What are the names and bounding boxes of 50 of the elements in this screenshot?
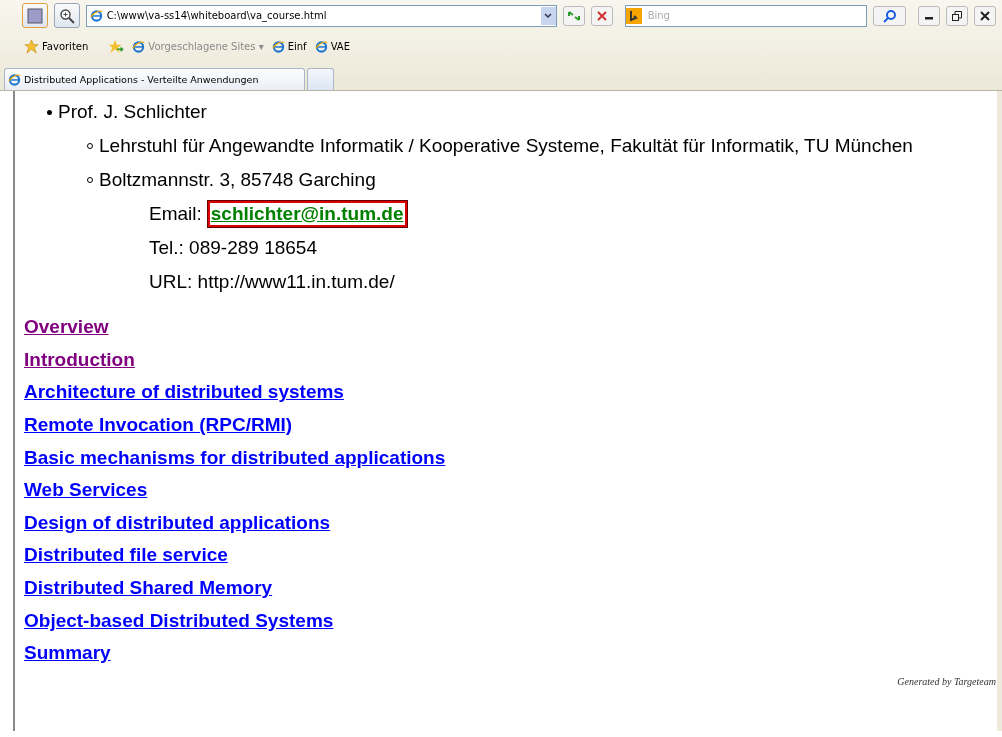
- contact-name: Prof. J. Schlichter: [58, 101, 207, 123]
- browser-tab[interactable]: Distributed Applications - Verteilte Anwendungen: [4, 68, 305, 90]
- chapter-link[interactable]: Distributed file service: [24, 539, 228, 572]
- search-provider-icon: [625, 7, 642, 24]
- zoom-in-icon: [58, 7, 75, 24]
- search-button[interactable]: [872, 5, 907, 26]
- email-label: Email:: [149, 203, 202, 225]
- favorites-button[interactable]: Favoriten: [24, 39, 89, 54]
- restore-icon: [952, 10, 963, 21]
- favorites-bar-link[interactable]: VAE: [314, 40, 350, 53]
- chapter-link[interactable]: Web Services: [24, 473, 148, 507]
- chapter-link[interactable]: Architecture of distributed systems: [24, 376, 344, 409]
- chapter-link[interactable]: Distributed Shared Memory: [24, 571, 273, 605]
- stop-x-icon: [596, 10, 607, 21]
- add-favorite-icon[interactable]: [108, 39, 125, 54]
- browser-page-icon: [314, 40, 328, 53]
- square-icon: [26, 7, 43, 24]
- chapter-link[interactable]: Design of distributed applications: [24, 506, 331, 540]
- browser-page-icon: [132, 40, 146, 53]
- search-field[interactable]: Bing: [624, 4, 867, 27]
- url-text: URL: http://www11.in.tum.de/: [149, 271, 395, 293]
- refresh-button[interactable]: [562, 5, 585, 26]
- favorites-bar-link[interactable]: Einf: [271, 40, 307, 53]
- chapter-link[interactable]: Introduction: [24, 343, 135, 377]
- chapter-link[interactable]: Basic mechanisms for distributed applications: [24, 441, 446, 474]
- footer-credit: Generated by Targeteam: [897, 675, 996, 687]
- chapter-link[interactable]: Remote Invocation (RPC/RMI): [24, 408, 293, 442]
- dropdown-button[interactable]: [540, 6, 556, 25]
- address-bar[interactable]: C:\www\va-ss14\whiteboard\va_course.html: [85, 4, 557, 27]
- chevron-down-icon: [544, 12, 553, 19]
- chapter-link[interactable]: Overview: [24, 311, 109, 344]
- close-icon: [980, 10, 991, 21]
- phone-text: Tel.: 089-289 18654: [149, 237, 317, 259]
- chapter-link[interactable]: Object-based Distributed Systems: [24, 604, 334, 637]
- contact-detail: Lehrstuhl für Angewandte Informatik / Kooperative Systeme, Fakultät für Informatik, TU München: [99, 135, 913, 157]
- email-link[interactable]: schlichter@in.tum.de: [207, 201, 407, 227]
- stop-button[interactable]: [590, 5, 613, 26]
- browser-page-icon: [89, 9, 103, 22]
- restore-button[interactable]: [946, 5, 969, 26]
- star-icon: [24, 39, 39, 54]
- minimize-button[interactable]: [918, 5, 941, 26]
- select-tool-button[interactable]: [22, 3, 48, 28]
- contact-detail: Boltzmannstr. 3, 85748 Garching: [99, 169, 376, 191]
- refresh-arrows-icon: [566, 9, 581, 22]
- close-button[interactable]: [974, 5, 996, 26]
- browser-page-icon: [271, 40, 285, 53]
- browser-page-icon: [8, 73, 21, 86]
- chapter-link[interactable]: Summary: [24, 636, 111, 670]
- zoom-button[interactable]: [53, 3, 80, 28]
- search-icon: [882, 8, 897, 23]
